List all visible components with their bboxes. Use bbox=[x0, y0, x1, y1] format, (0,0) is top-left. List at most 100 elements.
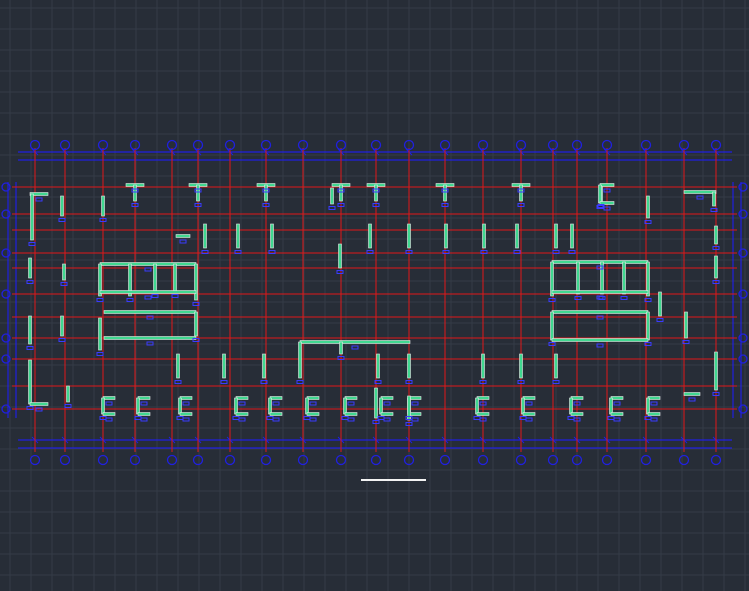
wall-segment[interactable] bbox=[374, 184, 378, 202]
wall-segment[interactable] bbox=[683, 392, 701, 396]
wall-segment[interactable] bbox=[176, 353, 180, 379]
wall-segment[interactable] bbox=[269, 412, 283, 416]
wall-segment[interactable] bbox=[194, 263, 198, 301]
wall-segment[interactable] bbox=[235, 396, 249, 400]
axis-bubble-icon[interactable] bbox=[738, 404, 748, 414]
wall-segment[interactable] bbox=[305, 397, 309, 415]
wall-segment[interactable] bbox=[522, 412, 536, 416]
wall-segment[interactable] bbox=[570, 412, 584, 416]
wall-segment[interactable] bbox=[298, 341, 302, 379]
wall-segment[interactable] bbox=[99, 262, 197, 266]
wall-segment[interactable] bbox=[136, 397, 140, 415]
axis-bubble-icon[interactable] bbox=[738, 289, 748, 299]
axis-bubble-icon[interactable] bbox=[710, 454, 722, 466]
axis-bubble-icon[interactable] bbox=[260, 454, 272, 466]
wall-segment[interactable] bbox=[98, 317, 102, 351]
wall-segment[interactable] bbox=[551, 338, 649, 342]
axis-bubble-icon[interactable] bbox=[166, 454, 178, 466]
wall-segment[interactable] bbox=[28, 359, 32, 405]
wall-segment[interactable] bbox=[443, 184, 447, 202]
wall-segment[interactable] bbox=[482, 223, 486, 249]
wall-segment[interactable] bbox=[173, 263, 177, 293]
axis-bubble-icon[interactable] bbox=[1, 333, 11, 343]
wall-segment[interactable] bbox=[683, 190, 717, 194]
wall-segment[interactable] bbox=[330, 187, 334, 205]
cad-model-space-viewport[interactable] bbox=[0, 0, 749, 591]
axis-bubble-icon[interactable] bbox=[370, 454, 382, 466]
wall-segment[interactable] bbox=[554, 353, 558, 379]
wall-segment[interactable] bbox=[133, 184, 137, 202]
axis-bubble-icon[interactable] bbox=[738, 354, 748, 364]
wall-segment[interactable] bbox=[407, 353, 411, 379]
wall-segment[interactable] bbox=[646, 397, 650, 415]
axis-bubble-icon[interactable] bbox=[738, 209, 748, 219]
wall-segment[interactable] bbox=[622, 261, 626, 295]
wall-segment[interactable] bbox=[101, 195, 105, 217]
wall-segment[interactable] bbox=[379, 397, 383, 415]
wall-segment[interactable] bbox=[554, 223, 558, 249]
wall-segment[interactable] bbox=[609, 397, 613, 415]
wall-segment[interactable] bbox=[344, 412, 358, 416]
wall-segment[interactable] bbox=[175, 234, 191, 238]
wall-segment[interactable] bbox=[103, 310, 197, 314]
wall-segment[interactable] bbox=[380, 412, 394, 416]
axis-bubble-icon[interactable] bbox=[1, 248, 11, 258]
wall-segment[interactable] bbox=[66, 385, 70, 403]
axis-bubble-icon[interactable] bbox=[640, 454, 652, 466]
axis-bubble-icon[interactable] bbox=[601, 454, 613, 466]
wall-segment[interactable] bbox=[598, 184, 602, 204]
wall-segment[interactable] bbox=[444, 223, 448, 249]
axis-bubble-icon[interactable] bbox=[1, 354, 11, 364]
wall-segment[interactable] bbox=[264, 184, 268, 202]
wall-segment[interactable] bbox=[137, 412, 151, 416]
axis-bubble-icon[interactable] bbox=[678, 454, 690, 466]
wall-segment[interactable] bbox=[236, 223, 240, 249]
wall-segment[interactable] bbox=[599, 183, 615, 187]
wall-segment[interactable] bbox=[203, 223, 207, 249]
wall-segment[interactable] bbox=[62, 263, 66, 281]
wall-segment[interactable] bbox=[519, 184, 523, 202]
wall-segment[interactable] bbox=[551, 260, 649, 264]
axis-bubble-icon[interactable] bbox=[129, 454, 141, 466]
wall-segment[interactable] bbox=[658, 291, 662, 317]
wall-segment[interactable] bbox=[368, 223, 372, 249]
wall-segment[interactable] bbox=[714, 351, 718, 391]
axis-bubble-icon[interactable] bbox=[1, 289, 11, 299]
wall-segment[interactable] bbox=[551, 310, 649, 314]
wall-segment[interactable] bbox=[407, 223, 411, 249]
wall-segment[interactable] bbox=[179, 412, 193, 416]
wall-segment[interactable] bbox=[262, 353, 266, 379]
axis-bubble-icon[interactable] bbox=[59, 454, 71, 466]
axis-bubble-icon[interactable] bbox=[439, 454, 451, 466]
wall-segment[interactable] bbox=[60, 195, 64, 217]
wall-segment[interactable] bbox=[476, 412, 490, 416]
wall-segment[interactable] bbox=[102, 412, 116, 416]
wall-segment[interactable] bbox=[374, 387, 378, 419]
wall-segment[interactable] bbox=[103, 336, 197, 340]
axis-bubble-icon[interactable] bbox=[1, 182, 11, 192]
axis-bubble-icon[interactable] bbox=[224, 454, 236, 466]
wall-segment[interactable] bbox=[712, 191, 716, 207]
wall-segment[interactable] bbox=[30, 193, 34, 241]
floor-plan-drawing[interactable] bbox=[0, 0, 749, 591]
wall-segment[interactable] bbox=[29, 402, 49, 406]
wall-segment[interactable] bbox=[684, 311, 688, 339]
wall-segment[interactable] bbox=[475, 397, 479, 415]
wall-segment[interactable] bbox=[646, 311, 650, 341]
wall-segment[interactable] bbox=[234, 397, 238, 415]
wall-segment[interactable] bbox=[647, 412, 661, 416]
wall-segment[interactable] bbox=[714, 225, 718, 245]
wall-segment[interactable] bbox=[338, 243, 342, 269]
wall-segment[interactable] bbox=[610, 412, 624, 416]
wall-segment[interactable] bbox=[194, 311, 198, 337]
wall-segment[interactable] bbox=[235, 412, 249, 416]
wall-segment[interactable] bbox=[576, 261, 580, 295]
wall-segment[interactable] bbox=[646, 195, 650, 219]
wall-segment[interactable] bbox=[306, 412, 320, 416]
wall-segment[interactable] bbox=[101, 397, 105, 415]
wall-segment[interactable] bbox=[28, 257, 32, 279]
axis-bubble-icon[interactable] bbox=[738, 248, 748, 258]
axis-bubble-icon[interactable] bbox=[335, 454, 347, 466]
axis-bubble-icon[interactable] bbox=[1, 404, 11, 414]
axis-bubble-icon[interactable] bbox=[297, 454, 309, 466]
